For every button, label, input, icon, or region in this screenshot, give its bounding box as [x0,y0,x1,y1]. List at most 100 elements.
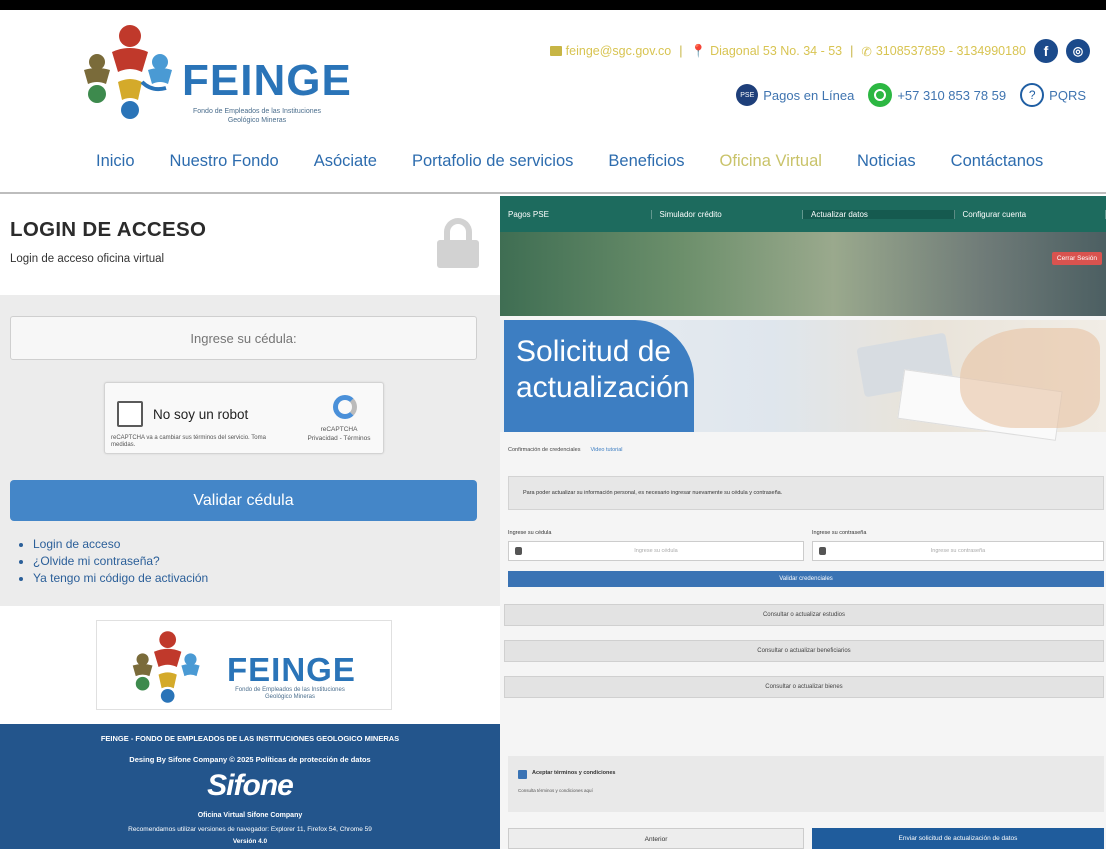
recaptcha-terms[interactable]: reCAPTCHA va a cambiar sus términos del … [111,435,281,449]
recaptcha-label: No soy un robot [153,407,249,422]
recaptcha-brand-text: reCAPTCHA [320,426,358,433]
cedula-field[interactable]: Ingrese su cédula [508,541,804,561]
facebook-icon[interactable]: f [1034,39,1058,63]
quick-links: PSE Pagos en Línea +57 310 853 78 59 ? P… [736,82,1086,108]
nav-contactanos[interactable]: Contáctanos [951,152,1044,171]
cerrar-sesion-button[interactable]: Cerrar Sesión [1051,252,1102,265]
accordion-bienes[interactable]: Consultar o actualizar bienes [504,676,1104,698]
logo-subtitle: Fondo de Empleados de las Instituciones … [235,687,345,700]
footer-credits[interactable]: Desing By Sifone Company © 2025 Política… [0,755,500,764]
login-subtitle: Login de acceso oficina virtual [10,253,165,265]
enviar-solicitud-button[interactable]: Enviar solicitud de actualización de dat… [812,828,1104,849]
solicitud-title: Solicitud de actualización [516,335,690,404]
cedula-input[interactable] [10,316,477,360]
sifone-logo: Sifone [207,769,294,802]
separator: | [850,44,854,58]
tab-simulador[interactable]: Simulador crédito [652,209,803,219]
pqrs-text: PQRS [1049,87,1086,103]
pagos-text: Pagos en Línea [763,87,855,103]
anterior-button[interactable]: Anterior [508,828,804,849]
info-message: Para poder actualizar su información per… [508,476,1104,510]
password-field[interactable]: Ingrese su contraseña [812,541,1104,561]
email-link[interactable]: feinge@sgc.gov.co [549,44,672,58]
pqrs-icon: ? [1020,83,1045,107]
label-cedula: Ingrese su cédula [508,530,552,536]
address-text: Diagonal 53 No. 34 - 53 [710,44,843,58]
logo-text: FEINGE [182,56,352,105]
pagos-linea-link[interactable]: PSE Pagos en Línea [736,84,854,106]
recaptcha-widget: No soy un robot reCAPTCHA va a cambiar s… [104,382,384,454]
user-icon [515,547,522,555]
phone-icon: ✆ [861,44,872,59]
lock-icon [437,218,479,268]
update-panel: Pagos PSE Simulador crédito Actualizar d… [500,196,1106,849]
steps-breadcrumb: Confirmación de credenciales Video tutor… [508,447,622,453]
header-divider [0,192,1106,194]
email-icon [549,46,562,56]
link-olvide-contrasena[interactable]: ¿Olvide mi contraseña? [33,554,208,568]
password-placeholder: Ingrese su contraseña [930,548,986,554]
feinge-logo-secondary: FEINGE Fondo de Empleados de las Institu… [96,620,392,710]
video-tutorial-link[interactable]: Video tutorial [590,447,622,453]
footer: FEINGE - FONDO DE EMPLEADOS DE LAS INSTI… [0,724,500,849]
logo-figures-icon [132,631,200,703]
secondary-logo-area: FEINGE Fondo de Empleados de las Institu… [0,606,500,724]
virtual-office-nav: Pagos PSE Simulador crédito Actualizar d… [500,196,1106,232]
terms-checkbox[interactable] [518,770,527,779]
nav-nuestro-fondo[interactable]: Nuestro Fondo [170,152,279,171]
login-header: LOGIN DE ACCESO Login de acceso oficina … [0,196,500,295]
tab-actualizar-datos[interactable]: Actualizar datos [803,209,955,219]
login-title: LOGIN DE ACCESO [10,218,207,241]
logo-subtitle: Fondo de Empleados de las Instituciones … [192,108,322,124]
header-banner-image: Cerrar Sesión [500,232,1106,316]
step-credenciales[interactable]: Confirmación de credenciales [508,447,580,453]
nav-inicio[interactable]: Inicio [96,152,135,171]
whatsapp-link[interactable]: +57 310 853 78 59 [868,83,1006,107]
logo-figures-icon [84,25,172,119]
validar-cedula-button[interactable]: Validar cédula [10,480,477,521]
accordion-estudios[interactable]: Consultar o actualizar estudios [504,604,1104,626]
hand-image [960,328,1100,428]
tab-configurar-cuenta[interactable]: Configurar cuenta [955,209,1106,219]
terms-link[interactable]: Consulta términos y condiciones aquí [518,788,593,793]
login-panel: LOGIN DE ACCESO Login de acceso oficina … [0,196,500,606]
nav-noticias[interactable]: Noticias [857,152,916,171]
footer-browsers: Recomendamos utilizar versiones de naveg… [128,826,372,833]
whatsapp-text: +57 310 853 78 59 [897,87,1007,103]
logo-text: FEINGE [227,651,356,688]
separator: | [679,44,683,58]
feinge-logo[interactable]: FEINGE Fondo de Empleados de las Institu… [82,22,351,132]
label-contrasena: Ingrese su contraseña [812,530,867,536]
top-strip [0,0,1106,10]
instagram-icon[interactable]: ◎ [1066,39,1090,63]
nav-asociate[interactable]: Asóciate [314,152,377,171]
nav-portafolio[interactable]: Portafolio de servicios [412,152,573,171]
main-nav: Inicio Nuestro Fondo Asóciate Portafolio… [96,152,1078,171]
terms-label: Aceptar términos y condiciones [532,770,616,776]
solicitud-title-block: Solicitud de actualización [504,320,694,432]
terms-section: Aceptar términos y condiciones Consulta … [508,756,1104,812]
validar-credenciales-button[interactable]: Validar credenciales [508,571,1104,587]
contact-row: feinge@sgc.gov.co | 📍 Diagonal 53 No. 34… [549,38,1090,64]
recaptcha-privacy-link[interactable]: Privacidad - Términos [299,434,379,443]
tab-pagos-pse[interactable]: Pagos PSE [500,209,652,219]
address-link[interactable]: 📍 Diagonal 53 No. 34 - 53 [691,44,843,59]
lock-icon [819,547,826,555]
cedula-placeholder: Ingrese su cédula [634,548,678,554]
pse-icon: PSE [736,84,759,106]
accordion-beneficiarios[interactable]: Consultar o actualizar beneficiarios [504,640,1104,662]
phone-text: 3108537859 - 3134990180 [875,44,1026,58]
whatsapp-icon [868,83,893,107]
pqrs-link[interactable]: ? PQRS [1020,83,1086,107]
link-codigo-activacion[interactable]: Ya tengo mi código de activación [33,571,208,585]
site-header: FEINGE Fondo de Empleados de las Institu… [0,10,1106,190]
recaptcha-checkbox[interactable] [117,401,143,427]
email-text: feinge@sgc.gov.co [565,44,672,58]
phone-link[interactable]: ✆ 3108537859 - 3134990180 [861,44,1026,59]
footer-org: FEINGE - FONDO DE EMPLEADOS DE LAS INSTI… [100,734,400,743]
nav-oficina-virtual[interactable]: Oficina Virtual [720,152,822,171]
login-links: Login de acceso ¿Olvide mi contraseña? Y… [33,537,208,588]
nav-beneficios[interactable]: Beneficios [608,152,684,171]
link-login-acceso[interactable]: Login de acceso [33,537,208,551]
footer-oficina: Oficina Virtual Sifone Company [197,812,303,819]
